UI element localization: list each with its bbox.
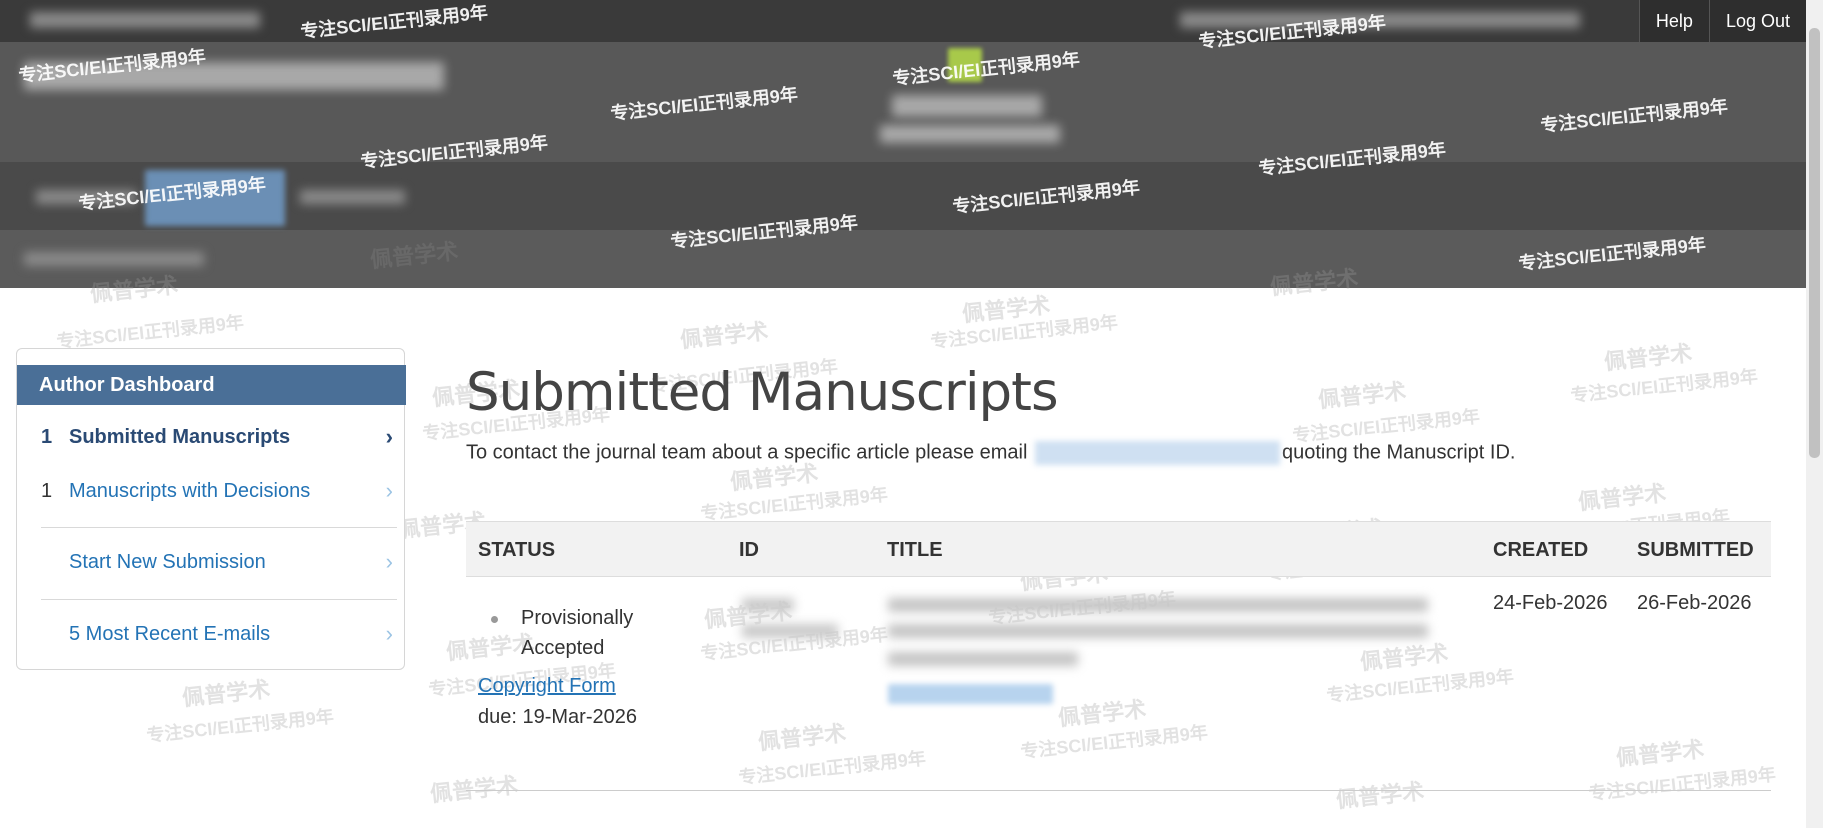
item-count: 1: [41, 479, 53, 502]
item-label: Start New Submission: [69, 550, 266, 573]
author-dashboard-panel: Author Dashboard 1 Submitted Manuscripts…: [16, 348, 406, 670]
column-header-submitted: SUBMITTED: [1637, 539, 1754, 561]
obscured-email-link[interactable]: [1034, 441, 1280, 465]
sidebar-item-start-new-submission[interactable]: Start New Submission ›: [41, 547, 401, 577]
site-header: 专注SCI/EI正刊录用9年 专注SCI/EI正刊录用9年 专注SCI/EI正刊…: [0, 0, 1806, 288]
panel-title: Author Dashboard: [17, 365, 406, 405]
obscured-title: [888, 598, 1428, 612]
obscured-title: [888, 624, 1428, 638]
divider: [41, 527, 397, 528]
chevron-right-icon: ›: [385, 549, 393, 574]
item-label: Submitted Manuscripts: [69, 425, 291, 448]
watermark-brand: 佩普学术: [429, 772, 520, 807]
column-header-title: TITLE: [887, 539, 943, 561]
status-dot-icon: [491, 616, 498, 623]
due-date: due: 19-Mar-2026: [478, 706, 637, 728]
column-header-status: STATUS: [478, 539, 556, 561]
obscured-title-link[interactable]: [888, 684, 1053, 704]
help-link[interactable]: Help: [1638, 0, 1709, 42]
scrollbar-thumb[interactable]: [1809, 28, 1820, 458]
item-label: Manuscripts with Decisions: [69, 479, 311, 502]
top-nav: Help Log Out: [1638, 0, 1806, 42]
submitted-date: 26-Feb-2026: [1637, 592, 1752, 614]
created-date: 24-Feb-2026: [1493, 592, 1608, 614]
intro-text-end: quoting the Manuscript ID.: [1281, 441, 1516, 464]
vertical-scrollbar[interactable]: [1806, 0, 1823, 828]
intro-text: To contact the journal team about a spec…: [466, 441, 1028, 464]
obscured-text: [892, 95, 1042, 117]
obscured-breadcrumb: [24, 252, 204, 266]
divider: [41, 599, 397, 600]
watermark-brand: 佩普学术: [1615, 736, 1706, 771]
chevron-right-icon: ›: [385, 478, 393, 503]
watermark-slogan: 专注SCI/EI正刊录用9年: [145, 706, 335, 746]
obscured-text: [880, 125, 1060, 143]
chevron-right-icon: ›: [385, 424, 393, 449]
watermark-brand: 佩普学术: [1317, 378, 1408, 413]
sidebar-item-manuscripts-with-decisions[interactable]: 1 Manuscripts with Decisions ›: [41, 476, 401, 506]
watermark-brand: 佩普学术: [679, 318, 770, 353]
sidebar-item-recent-emails[interactable]: 5 Most Recent E-mails ›: [41, 619, 401, 649]
watermark-brand: 佩普学术: [181, 676, 272, 711]
contact-instructions: To contact the journal team about a spec…: [466, 441, 1515, 465]
obscured-manuscript-id: [742, 598, 794, 612]
logout-link[interactable]: Log Out: [1708, 0, 1806, 42]
page-title: Submitted Manuscripts: [466, 362, 1059, 423]
watermark-slogan: 专注SCI/EI正刊录用9年: [55, 312, 245, 352]
sidebar-item-submitted-manuscripts[interactable]: 1 Submitted Manuscripts ›: [41, 422, 401, 452]
obscured-text: [30, 12, 260, 28]
obscured-nav-item[interactable]: [300, 190, 405, 204]
column-header-created: CREATED: [1493, 539, 1589, 561]
item-label: 5 Most Recent E-mails: [69, 622, 271, 645]
row-divider: [466, 790, 1771, 791]
table-header: STATUS ID TITLE CREATED SUBMITTED: [466, 521, 1771, 577]
item-count: 1: [41, 425, 53, 448]
copyright-form-link[interactable]: Copyright Form: [478, 675, 616, 698]
watermark-brand: 佩普学术: [1335, 778, 1426, 813]
watermark-slogan: 专注SCI/EI正刊录用9年: [1587, 764, 1777, 804]
chevron-right-icon: ›: [385, 621, 393, 646]
obscured-manuscript-id: [742, 624, 838, 638]
status-badge: Provisionally Accepted: [521, 607, 634, 659]
obscured-title: [888, 652, 1078, 666]
watermark-brand: 佩普学术: [757, 720, 848, 755]
column-header-id: ID: [739, 539, 759, 561]
